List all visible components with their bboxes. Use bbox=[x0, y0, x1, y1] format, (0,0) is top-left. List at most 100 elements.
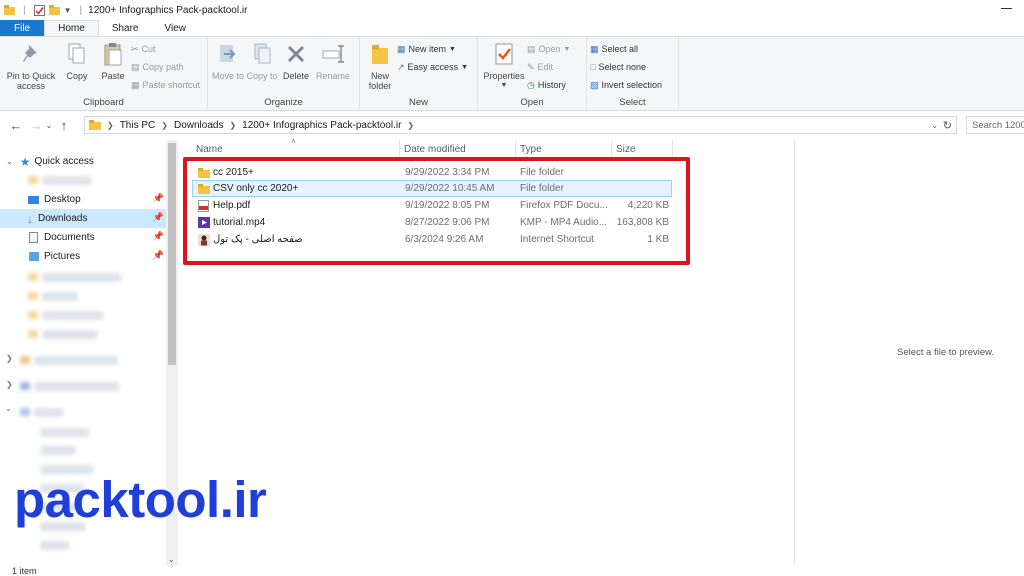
blurred-nav-item bbox=[40, 446, 76, 455]
history-button[interactable]: ◷ History bbox=[527, 78, 570, 92]
column-type[interactable]: Type bbox=[520, 144, 542, 155]
blurred-icon bbox=[28, 330, 38, 338]
quick-access-toolbar: | ▼ | bbox=[4, 4, 86, 16]
column-divider[interactable] bbox=[672, 140, 673, 158]
address-box[interactable]: ❯ This PC ❯ Downloads ❯ 1200+ Infographi… bbox=[84, 116, 957, 134]
documents-icon bbox=[29, 232, 38, 243]
delete-x-icon bbox=[287, 45, 305, 63]
tab-file[interactable]: File bbox=[0, 20, 45, 36]
chevron-right-icon: ❯ bbox=[161, 120, 168, 130]
new-label: New bbox=[408, 97, 428, 108]
scrollbar-thumb[interactable] bbox=[168, 143, 176, 365]
breadcrumb-current[interactable]: 1200+ Infographics Pack-packtool.ir bbox=[242, 120, 401, 131]
cut-button[interactable]: ✂ Cut bbox=[131, 42, 200, 56]
copy-path-icon: ▤ bbox=[131, 61, 140, 72]
breadcrumb-downloads[interactable]: Downloads bbox=[174, 120, 223, 131]
chevron-right-icon[interactable]: ❯ bbox=[6, 354, 13, 363]
scissors-icon: ✂ bbox=[131, 43, 139, 54]
open-button[interactable]: ▤ Open ▼ bbox=[527, 42, 570, 56]
nav-pictures[interactable]: Pictures 📌 bbox=[0, 247, 166, 266]
new-folder-icon[interactable] bbox=[48, 5, 60, 15]
tab-home[interactable]: Home bbox=[44, 20, 99, 36]
breadcrumb-this-pc[interactable]: This PC bbox=[120, 120, 156, 131]
rename-icon bbox=[322, 45, 344, 63]
open-label: Open bbox=[520, 97, 544, 108]
tab-view[interactable]: View bbox=[152, 20, 200, 36]
blurred-nav-item bbox=[40, 428, 90, 437]
edit-icon: ✎ bbox=[527, 61, 535, 72]
blurred-nav-item bbox=[42, 176, 92, 185]
desktop-icon bbox=[28, 195, 39, 204]
chevron-right-icon[interactable]: ❯ bbox=[6, 380, 13, 389]
invert-selection-icon: ▨ bbox=[590, 79, 599, 90]
column-headers: ˄ Name Date modified Type Size bbox=[178, 137, 795, 158]
pin-icon[interactable]: 📌 bbox=[153, 250, 164, 261]
paste-icon bbox=[104, 43, 122, 66]
easy-access-button[interactable]: ↗ Easy access ▼ bbox=[397, 60, 468, 74]
clipboard-group: Pin to Quick access Copy Paste ✂ Cut ▤ Cop… bbox=[0, 37, 208, 111]
column-divider[interactable] bbox=[611, 140, 612, 158]
search-input[interactable]: Search 1200+ Infographics Pack-packtool.… bbox=[966, 116, 1024, 134]
move-to-icon bbox=[220, 45, 236, 62]
star-icon: ★ bbox=[19, 154, 31, 169]
nav-quick-access[interactable]: ⌄ ★ Quick access bbox=[0, 152, 166, 171]
dropdown-arrow-icon: ▼ bbox=[500, 82, 508, 89]
highlight-box bbox=[183, 157, 690, 265]
blurred-icon bbox=[20, 408, 30, 416]
paste-shortcut-button[interactable]: ▦ Paste shortcut bbox=[131, 78, 200, 92]
chevron-down-icon[interactable]: ⌄ bbox=[5, 404, 12, 413]
nav-documents[interactable]: Documents 📌 bbox=[0, 228, 166, 247]
blurred-icon bbox=[28, 176, 38, 184]
column-name[interactable]: Name bbox=[196, 144, 223, 155]
column-divider[interactable] bbox=[515, 140, 516, 158]
scroll-down-icon[interactable]: ⌄ bbox=[168, 555, 175, 564]
tab-share[interactable]: Share bbox=[99, 20, 152, 36]
ribbon: Pin to Quick access Copy Paste ✂ Cut ▤ Cop… bbox=[0, 37, 1024, 111]
select-none-button[interactable]: □ Select none bbox=[590, 60, 662, 74]
nav-desktop[interactable]: Desktop 📌 bbox=[0, 190, 166, 209]
invert-selection-button[interactable]: ▨ Invert selection bbox=[590, 78, 662, 92]
status-bar: 1 item bbox=[12, 566, 37, 576]
nav-downloads[interactable]: ↓ Downloads 📌 bbox=[0, 209, 166, 228]
pin-icon[interactable]: 📌 bbox=[153, 231, 164, 242]
open-group: Properties ▼ ▤ Open ▼ ✎ Edit ◷ History Open bbox=[478, 37, 587, 111]
forward-button[interactable]: → bbox=[28, 118, 44, 133]
address-dropdown-icon[interactable]: ⌄ bbox=[931, 121, 938, 130]
customize-dropdown-icon[interactable]: ▼ bbox=[64, 6, 72, 15]
new-item-button[interactable]: ▦ New item ▼ bbox=[397, 42, 468, 56]
preview-message: Select a file to preview. bbox=[897, 347, 995, 358]
window-title: 1200+ Infographics Pack-packtool.ir bbox=[88, 4, 248, 16]
pin-icon bbox=[23, 45, 37, 62]
paste-shortcut-icon: ▦ bbox=[131, 79, 140, 90]
chevron-down-icon: ⌄ bbox=[6, 157, 13, 166]
copy-path-button[interactable]: ▤ Copy path bbox=[131, 60, 200, 74]
downloads-icon: ↓ bbox=[27, 211, 33, 226]
new-folder-icon bbox=[372, 45, 388, 64]
edit-button[interactable]: ✎ Edit bbox=[527, 60, 570, 74]
refresh-icon[interactable]: ↻ bbox=[943, 119, 952, 132]
pin-icon[interactable]: 📌 bbox=[153, 212, 164, 223]
up-button[interactable]: ↑ bbox=[56, 118, 72, 133]
pin-icon[interactable]: 📌 bbox=[153, 193, 164, 204]
copy-to-icon bbox=[254, 43, 271, 64]
folder-icon bbox=[89, 120, 101, 130]
select-all-button[interactable]: ▦ Select all bbox=[590, 42, 662, 56]
back-button[interactable]: ← bbox=[8, 118, 24, 133]
blurred-nav-item bbox=[42, 311, 104, 320]
title-bar: | ▼ | 1200+ Infographics Pack-packtool.i… bbox=[0, 0, 1024, 20]
watermark: packtool.ir bbox=[14, 471, 267, 528]
select-label: Select bbox=[619, 97, 646, 108]
column-divider[interactable] bbox=[399, 140, 400, 158]
toolbar-separator: | bbox=[23, 4, 26, 16]
select-none-icon: □ bbox=[590, 62, 596, 72]
blurred-icon bbox=[20, 356, 30, 364]
new-group: New folder ▦ New item ▼ ↗ Easy access ▼ New bbox=[360, 37, 478, 111]
select-all-icon: ▦ bbox=[590, 43, 599, 54]
properties-check-icon[interactable] bbox=[33, 4, 45, 16]
sort-up-icon: ˄ bbox=[291, 137, 296, 146]
column-date-modified[interactable]: Date modified bbox=[404, 144, 466, 155]
blurred-nav-item bbox=[34, 382, 120, 391]
column-size[interactable]: Size bbox=[616, 144, 635, 155]
minimize-button[interactable] bbox=[1001, 8, 1012, 9]
recent-locations-icon[interactable]: ⌄ bbox=[44, 121, 54, 130]
